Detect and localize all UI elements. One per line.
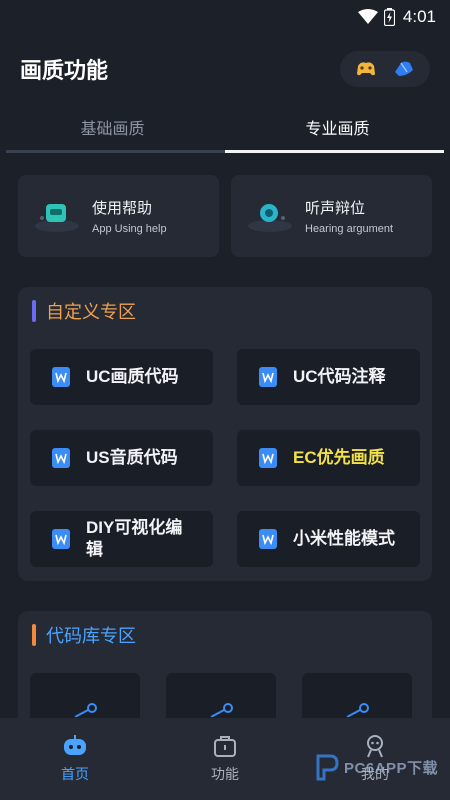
button-label: DIY可视化编辑 bbox=[86, 518, 183, 559]
nav-home[interactable]: 首页 bbox=[0, 718, 150, 800]
custom-grid: UC画质代码 UC代码注释 US音质代码 EC优先画质 DIY可视化编辑 小米性… bbox=[30, 349, 420, 567]
header: 画质功能 bbox=[0, 34, 450, 104]
nav-label: 首页 bbox=[61, 766, 89, 782]
document-icon bbox=[52, 367, 70, 387]
document-icon bbox=[259, 448, 277, 468]
tab-pro-quality[interactable]: 专业画质 bbox=[225, 104, 450, 150]
help-card-subtitle: App Using help bbox=[92, 223, 167, 235]
page-title: 画质功能 bbox=[20, 58, 109, 83]
toolbox-icon bbox=[214, 736, 236, 757]
tab-basic-quality[interactable]: 基础画质 bbox=[0, 104, 225, 150]
section-header: 代码库专区 bbox=[32, 623, 420, 647]
help-robot-icon bbox=[32, 196, 82, 236]
battery-icon bbox=[383, 8, 395, 26]
document-icon bbox=[52, 448, 70, 468]
section-title: 自定义专区 bbox=[46, 302, 136, 322]
help-card-usage[interactable]: 使用帮助 App Using help bbox=[18, 175, 219, 257]
tab-indicator bbox=[6, 150, 444, 153]
help-cards: 使用帮助 App Using help 听声辩位 Hearing argumen… bbox=[0, 153, 450, 257]
uc-code-notes-button[interactable]: UC代码注释 bbox=[237, 349, 420, 405]
watermark: PC6APP下载 bbox=[314, 752, 438, 782]
library-section: 代码库专区 bbox=[18, 611, 432, 723]
library-card[interactable] bbox=[30, 673, 140, 723]
help-card-subtitle: Hearing argument bbox=[305, 223, 394, 235]
section-header: 自定义专区 bbox=[32, 299, 420, 323]
document-icon bbox=[259, 367, 277, 387]
tab-bar: 基础画质 专业画质 bbox=[0, 104, 450, 150]
help-card-title: 使用帮助 bbox=[92, 200, 153, 217]
uc-quality-code-button[interactable]: UC画质代码 bbox=[30, 349, 213, 405]
button-label: 小米性能模式 bbox=[293, 529, 395, 548]
custom-section: 自定义专区 UC画质代码 UC代码注释 US音质代码 EC优先画质 DIY可视化… bbox=[18, 287, 432, 581]
status-icons bbox=[357, 8, 395, 26]
button-label: UC代码注释 bbox=[293, 367, 386, 386]
ec-priority-quality-button[interactable]: EC优先画质 bbox=[237, 430, 420, 486]
document-icon bbox=[259, 529, 277, 549]
nav-functions[interactable]: 功能 bbox=[150, 718, 300, 800]
hearing-icon bbox=[245, 196, 295, 236]
section-accent-bar bbox=[32, 300, 36, 322]
button-label: UC画质代码 bbox=[86, 367, 179, 386]
button-label: US音质代码 bbox=[86, 448, 178, 467]
section-accent-bar bbox=[32, 624, 36, 646]
gamepad-icon[interactable] bbox=[352, 55, 380, 83]
share-icon bbox=[74, 703, 97, 717]
help-card-hearing[interactable]: 听声辩位 Hearing argument bbox=[231, 175, 432, 257]
us-sound-code-button[interactable]: US音质代码 bbox=[30, 430, 213, 486]
library-card[interactable] bbox=[166, 673, 276, 723]
robot-home-icon bbox=[64, 735, 86, 755]
status-time: 4:01 bbox=[402, 7, 436, 26]
section-title: 代码库专区 bbox=[46, 626, 136, 646]
document-icon bbox=[52, 529, 70, 549]
diy-visual-edit-button[interactable]: DIY可视化编辑 bbox=[30, 511, 213, 567]
button-label: EC优先画质 bbox=[293, 448, 385, 467]
nav-label: 功能 bbox=[211, 766, 239, 782]
library-card[interactable] bbox=[302, 673, 412, 723]
watermark-text: PC6APP下载 bbox=[343, 759, 438, 777]
skin-icon[interactable] bbox=[390, 55, 418, 83]
share-icon bbox=[210, 703, 233, 717]
library-cards bbox=[30, 673, 420, 723]
watermark-logo-icon bbox=[316, 754, 339, 781]
header-actions bbox=[340, 51, 430, 87]
share-icon bbox=[346, 703, 369, 717]
help-card-title: 听声辩位 bbox=[305, 200, 366, 217]
status-bar: 4:01 bbox=[0, 0, 450, 34]
xiaomi-performance-button[interactable]: 小米性能模式 bbox=[237, 511, 420, 567]
wifi-icon bbox=[357, 9, 378, 24]
